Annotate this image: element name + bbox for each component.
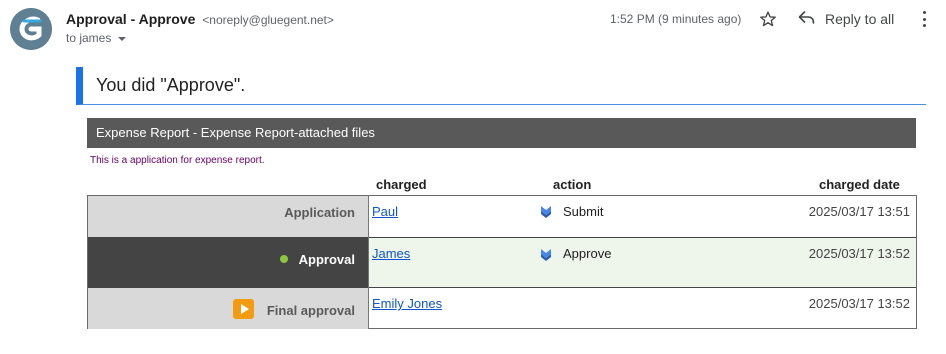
column-header-charged-date: charged date — [819, 177, 900, 192]
column-header-action: action — [553, 177, 592, 192]
reply-all-icon — [798, 11, 815, 27]
down-arrow-icon — [540, 248, 552, 262]
column-header-charged: charged — [376, 177, 427, 192]
action-label: Submit — [563, 204, 604, 219]
charged-person-link[interactable]: Emily Jones — [372, 296, 442, 311]
gluegent-logo-icon — [10, 8, 52, 50]
message-timestamp: 1:52 PM (9 minutes ago) — [610, 12, 742, 26]
sender-email: <noreply@gluegent.net> — [202, 13, 334, 27]
chevron-down-icon[interactable] — [118, 37, 127, 41]
details-cell: James Approve 2025/03/17 13:52 — [369, 237, 916, 288]
step-label: Final approval — [266, 303, 355, 318]
charged-person-link[interactable]: Paul — [372, 204, 398, 219]
report-description: This is a application for expense report… — [90, 155, 265, 166]
current-step-dot-icon — [280, 255, 288, 263]
step-label: Application — [284, 205, 355, 220]
step-cell: Approval — [88, 237, 369, 288]
table-row: Application Paul Submit 2025/03/17 13:51 — [88, 196, 916, 237]
step-cell: Final approval — [88, 288, 369, 329]
step-label: Approval — [298, 252, 355, 267]
to-label: to james — [66, 31, 112, 45]
reply-all-label: Reply to all — [825, 11, 895, 27]
reply-all-button[interactable]: Reply to all — [798, 8, 894, 30]
details-cell: Emily Jones 2025/03/17 13:52 — [369, 288, 916, 329]
step-cell: Application — [88, 196, 369, 237]
action-label: Approve — [563, 246, 612, 261]
details-cell: Paul Submit 2025/03/17 13:51 — [369, 196, 916, 237]
down-arrow-icon — [540, 205, 552, 219]
star-icon[interactable] — [759, 10, 777, 28]
sender-name[interactable]: Approval - Approve — [66, 11, 195, 27]
charged-date: 2025/03/17 13:52 — [808, 296, 910, 311]
report-title: Expense Report - Expense Report-attached… — [87, 118, 916, 148]
sender-line: Approval - Approve <noreply@gluegent.net… — [66, 11, 334, 27]
table-row: Approval James Approve 2025/03/17 13:52 — [88, 237, 916, 288]
charged-person-link[interactable]: James — [372, 246, 410, 261]
more-vertical-icon[interactable] — [920, 10, 928, 28]
charged-date: 2025/03/17 13:51 — [808, 204, 910, 219]
result-message: You did "Approve". — [96, 75, 246, 95]
result-banner: You did "Approve". — [76, 67, 926, 105]
recipients-toggle[interactable]: to james — [66, 31, 127, 45]
approval-history-table: Application Paul Submit 2025/03/17 13:51… — [87, 195, 917, 329]
table-row: Final approval Emily Jones 2025/03/17 13… — [88, 288, 916, 329]
charged-date: 2025/03/17 13:52 — [808, 246, 910, 261]
play-icon — [233, 299, 254, 319]
